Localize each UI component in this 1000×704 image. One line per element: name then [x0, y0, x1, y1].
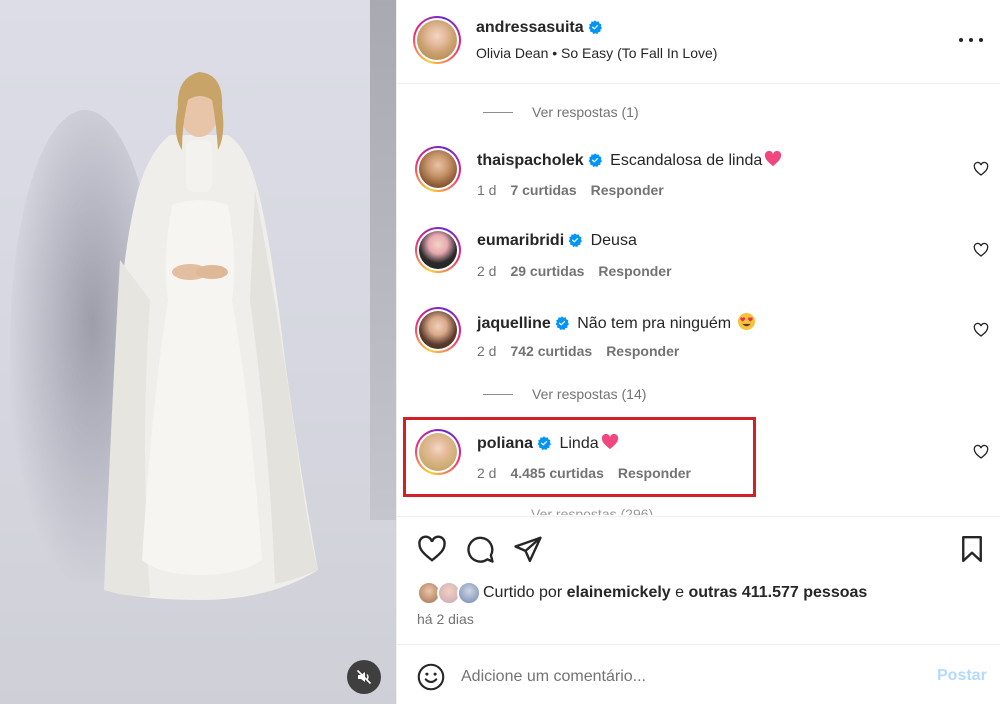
comment-icon[interactable]	[465, 534, 495, 564]
comment-item: eumaribridi Deusa 2 d 29 curtidas Responde…	[397, 227, 1000, 289]
commenter-username[interactable]: eumaribridi	[477, 232, 564, 249]
emoji-icon[interactable]	[417, 663, 445, 691]
commenter-username[interactable]: jaquelline	[477, 315, 551, 332]
commenter-avatar[interactable]	[415, 146, 461, 192]
comment-input[interactable]	[461, 663, 921, 691]
post-time-ago[interactable]: há 2 dias	[417, 611, 474, 627]
verified-badge-icon	[588, 20, 602, 34]
verified-badge-icon	[555, 316, 569, 330]
post-comment-button[interactable]: Postar	[937, 667, 987, 685]
comment-text: Escandalosa de linda	[610, 152, 763, 169]
comment-text: Deusa	[590, 232, 637, 249]
post-header: andressasuita Olivia Dean • So Easy (To …	[397, 0, 1000, 84]
comment-likes[interactable]: 7 curtidas	[510, 182, 576, 198]
liker-avatars[interactable]	[417, 581, 481, 605]
likes-count-link[interactable]: outras 411.577 pessoas	[689, 584, 868, 601]
more-options-icon[interactable]	[959, 30, 983, 50]
pink-heart-emoji	[765, 151, 782, 167]
view-replies-button[interactable]: Ver respostas (1)	[483, 102, 639, 122]
like-comment-heart-icon[interactable]	[973, 444, 989, 460]
likes-summary: Curtido por elainemickely e outras 411.5…	[417, 581, 867, 605]
comment-time[interactable]: 2 d	[477, 263, 496, 279]
add-comment-bar: Postar	[397, 644, 1000, 704]
comment-likes[interactable]: 742 curtidas	[510, 343, 592, 359]
verified-badge-icon	[588, 153, 602, 167]
like-comment-heart-icon[interactable]	[973, 242, 989, 258]
author-username[interactable]: andressasuita	[476, 19, 602, 37]
heart-icon[interactable]	[417, 534, 447, 564]
like-comment-heart-icon[interactable]	[973, 322, 989, 338]
woman-in-white-gown-image	[104, 72, 318, 600]
view-replies-button[interactable]: Ver respostas (14)	[483, 384, 646, 404]
comment-item: jaquelline Não tem pra ninguém 2 d 742 cu…	[397, 307, 1000, 369]
view-replies-button-partial[interactable]: Ver respostas (296)	[531, 507, 653, 515]
like-comment-heart-icon[interactable]	[973, 161, 989, 177]
author-avatar[interactable]	[413, 16, 461, 64]
post-actions-bar	[397, 516, 1000, 576]
commenter-avatar[interactable]	[415, 307, 461, 353]
post-media[interactable]	[0, 0, 396, 704]
comment-time[interactable]: 2 d	[477, 343, 496, 359]
comment-likes[interactable]: 29 curtidas	[510, 263, 584, 279]
audio-track-link[interactable]: Olivia Dean • So Easy (To Fall In Love)	[476, 45, 717, 61]
comments-list: Ver respostas (1) thaispacholek Escandal…	[397, 85, 1000, 515]
commenter-avatar[interactable]	[415, 227, 461, 273]
highlight-annotation-box	[403, 417, 756, 497]
bookmark-icon[interactable]	[957, 534, 987, 564]
heart-eyes-emoji	[738, 312, 756, 331]
share-icon[interactable]	[513, 534, 543, 564]
reply-button[interactable]: Responder	[606, 343, 679, 359]
comment-time[interactable]: 1 d	[477, 182, 496, 198]
reply-button[interactable]: Responder	[591, 182, 664, 198]
verified-badge-icon	[568, 233, 583, 247]
comment-text: Não tem pra ninguém	[577, 315, 732, 332]
mute-button[interactable]	[347, 660, 381, 694]
liker-username[interactable]: elainemickely	[567, 584, 671, 601]
commenter-username[interactable]: thaispacholek	[477, 152, 584, 169]
mute-icon	[356, 669, 372, 685]
comment-item: thaispacholek Escandalosa de linda 1 d 7 …	[397, 146, 1000, 208]
reply-button[interactable]: Responder	[598, 263, 671, 279]
post-side-panel: andressasuita Olivia Dean • So Easy (To …	[396, 0, 1000, 704]
